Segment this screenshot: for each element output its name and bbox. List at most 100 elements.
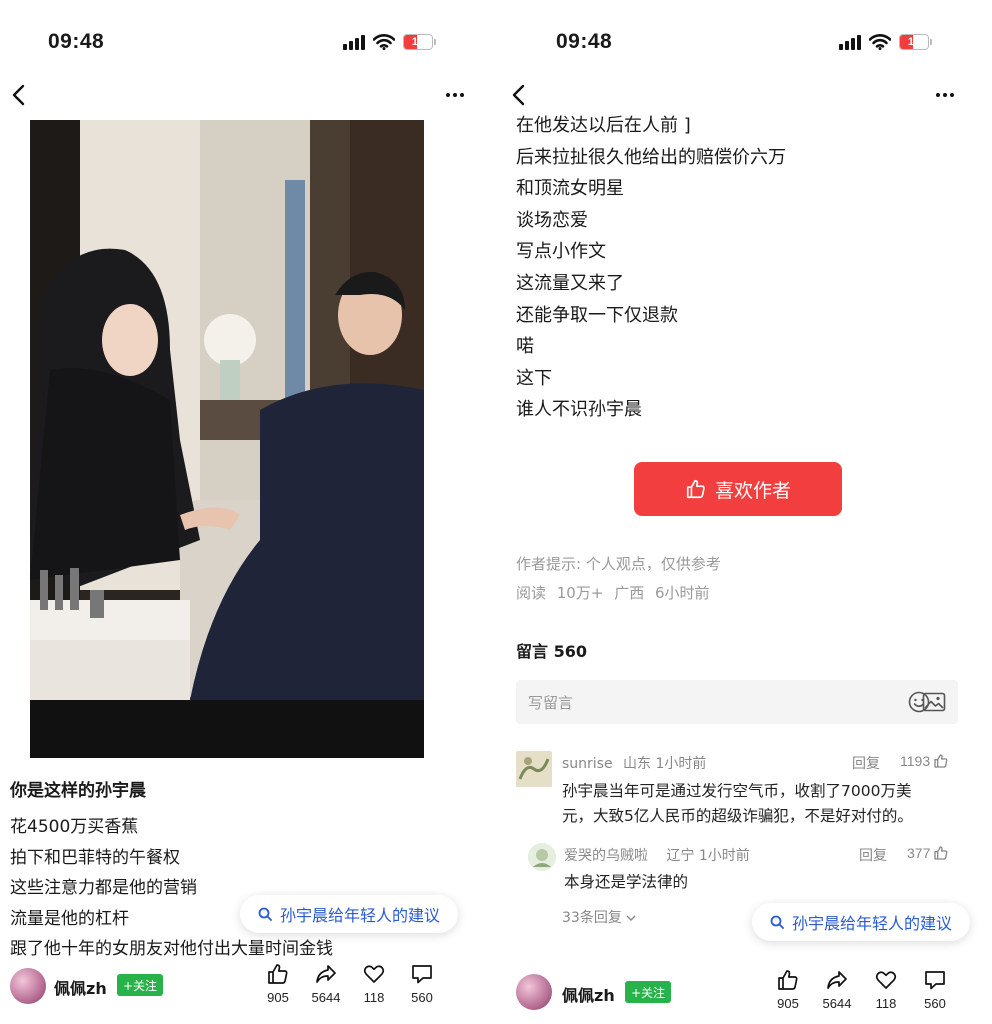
bottom-action-bar: 佩佩zh +关注 905 5644 118 560 xyxy=(0,958,496,1018)
article-line: 和顶流女明星 xyxy=(516,178,624,200)
image-icon[interactable] xyxy=(922,691,946,713)
post-photo[interactable] xyxy=(30,120,424,758)
post-line: 花4500万买香蕉 xyxy=(10,817,139,837)
search-suggestion-pill[interactable]: 孙宇晨给年轻人的建议 xyxy=(240,895,459,933)
reply-button[interactable]: 回复 xyxy=(852,753,880,773)
author-avatar[interactable] xyxy=(10,968,46,1004)
signal-icon xyxy=(839,34,861,50)
comment-text: 孙宇晨当年可是通过发行空气币，收割了7000万美 元，大致5亿人民币的超级诈骗犯… xyxy=(562,782,913,825)
article-line: 后来拉扯很久他给出的赔偿价六万 xyxy=(516,146,786,168)
left-screen: 09:48 13 你是这样的孙宇晨 花4500万买香蕉 拍下和巴菲特的午餐权 这… xyxy=(0,0,496,1024)
comment-button[interactable]: 560 xyxy=(396,962,448,1005)
right-screen: 09:48 13 在他发达以后在人前 ] 后来拉扯很久他给出的赔偿价六万 和顶流… xyxy=(496,0,992,1024)
chevron-left-icon xyxy=(512,84,525,106)
photo-illustration xyxy=(30,120,424,758)
like-count: 905 xyxy=(267,990,289,1005)
comment-placeholder: 写留言 xyxy=(528,693,574,712)
comment-icon xyxy=(412,965,432,984)
comment-count: 560 xyxy=(924,996,946,1011)
comment-location-time: 辽宁 1小时前 xyxy=(666,848,750,864)
post-body: 花4500万买香蕉 拍下和巴菲特的午餐权 这些注意力都是他的营销 流量是他的杠杆… xyxy=(10,812,490,958)
favorite-button[interactable]: 118 xyxy=(348,962,400,1005)
more-options-button[interactable] xyxy=(438,80,472,110)
share-icon xyxy=(316,965,336,983)
article-line: 写点小作文 xyxy=(516,241,606,263)
bottom-action-bar: 佩佩zh +关注 905 5644 118 560 xyxy=(496,962,992,1022)
nav-bar xyxy=(496,80,992,110)
nav-bar xyxy=(0,80,496,110)
search-icon xyxy=(770,915,784,929)
article-line: 谁人不识孙宇晨 xyxy=(516,399,642,421)
article-line: 还能争取一下仅退款 xyxy=(516,304,678,326)
thumbs-up-icon xyxy=(934,846,948,860)
post-line: 拍下和巴菲特的午餐权 xyxy=(10,847,180,868)
article-line: 这流量又来了 xyxy=(516,272,624,294)
post-title: 你是这样的孙宇晨 xyxy=(10,781,146,801)
author-name[interactable]: 佩佩zh xyxy=(54,975,107,999)
author-hint: 作者提示: 个人观点，仅供参考 xyxy=(516,555,721,573)
commenter-avatar[interactable] xyxy=(516,751,552,787)
article-line: 谈场恋爱 xyxy=(516,209,588,231)
like-count: 905 xyxy=(777,996,799,1011)
share-icon xyxy=(827,971,847,989)
like-author-button[interactable]: 喜欢作者 xyxy=(634,462,842,516)
article-meta: 阅读 10万+ 广西 6小时前 xyxy=(516,584,710,602)
follow-button[interactable]: +关注 xyxy=(625,981,672,1003)
like-author-label: 喜欢作者 xyxy=(714,479,791,502)
signal-icon xyxy=(343,34,365,50)
article-line: 喏 xyxy=(516,336,534,358)
heart-icon xyxy=(363,965,385,983)
status-time: 09:48 xyxy=(48,30,105,53)
like-button[interactable]: 905 xyxy=(252,962,304,1005)
reply-button[interactable]: 回复 xyxy=(859,845,887,865)
battery-icon: 13 xyxy=(899,34,932,50)
view-replies-button[interactable]: 33条回复 xyxy=(562,907,636,927)
chevron-down-icon xyxy=(626,915,636,921)
status-time: 09:48 xyxy=(556,30,613,53)
wifi-icon xyxy=(373,34,395,50)
comment-text: 本身还是学法律的 xyxy=(564,873,689,891)
comment-like-count: 1193 xyxy=(900,753,931,769)
article-body: 在他发达以后在人前 ] 后来拉扯很久他给出的赔偿价六万 和顶流女明星 谈场恋爱 … xyxy=(516,110,976,426)
comment-button[interactable]: 560 xyxy=(909,968,961,1011)
share-count: 5644 xyxy=(311,990,341,1005)
comment-input[interactable]: 写留言 xyxy=(516,680,958,724)
comment-icon xyxy=(925,971,945,990)
heart-icon xyxy=(875,971,897,989)
chevron-left-icon xyxy=(12,84,25,106)
battery-icon: 13 xyxy=(403,34,436,50)
commenter-name[interactable]: 爱哭的乌贼啦 xyxy=(564,848,648,864)
search-suggestion-label: 孙宇晨给年轻人的建议 xyxy=(280,906,441,925)
comment-like-button[interactable]: 377 xyxy=(907,845,949,861)
back-button[interactable] xyxy=(504,80,532,110)
comment-location-time: 山东 1小时前 xyxy=(623,756,707,772)
article-line: 这下 xyxy=(516,367,552,389)
search-icon xyxy=(258,907,272,921)
share-button[interactable]: 5644 xyxy=(811,968,863,1011)
commenter-name[interactable]: sunrise xyxy=(562,756,613,772)
commenter-avatar[interactable] xyxy=(528,843,556,871)
back-button[interactable] xyxy=(4,80,32,110)
comments-heading: 留言 560 xyxy=(516,642,587,661)
share-button[interactable]: 5644 xyxy=(300,962,352,1005)
more-options-button[interactable] xyxy=(928,80,962,110)
like-button[interactable]: 905 xyxy=(762,968,814,1011)
thumbs-up-icon xyxy=(686,479,705,499)
favorite-button[interactable]: 118 xyxy=(860,968,912,1011)
author-name[interactable]: 佩佩zh xyxy=(562,982,615,1006)
search-suggestion-label: 孙宇晨给年轻人的建议 xyxy=(792,914,953,933)
favorite-count: 118 xyxy=(875,996,897,1011)
wifi-icon xyxy=(869,34,891,50)
post-line: 跟了他十年的女朋友对他付出大量时间金钱 xyxy=(10,939,333,958)
favorite-count: 118 xyxy=(363,990,385,1005)
comment-like-button[interactable]: 1193 xyxy=(900,753,949,769)
follow-button[interactable]: +关注 xyxy=(117,974,164,996)
thumbs-up-icon xyxy=(268,964,288,984)
author-avatar[interactable] xyxy=(516,974,552,1010)
thumbs-up-icon xyxy=(778,970,798,990)
comment-like-count: 377 xyxy=(907,845,931,861)
status-bar: 09:48 13 xyxy=(556,28,932,56)
comment-count: 560 xyxy=(411,990,433,1005)
search-suggestion-pill[interactable]: 孙宇晨给年轻人的建议 xyxy=(752,903,971,941)
status-bar: 09:48 13 xyxy=(48,28,436,56)
